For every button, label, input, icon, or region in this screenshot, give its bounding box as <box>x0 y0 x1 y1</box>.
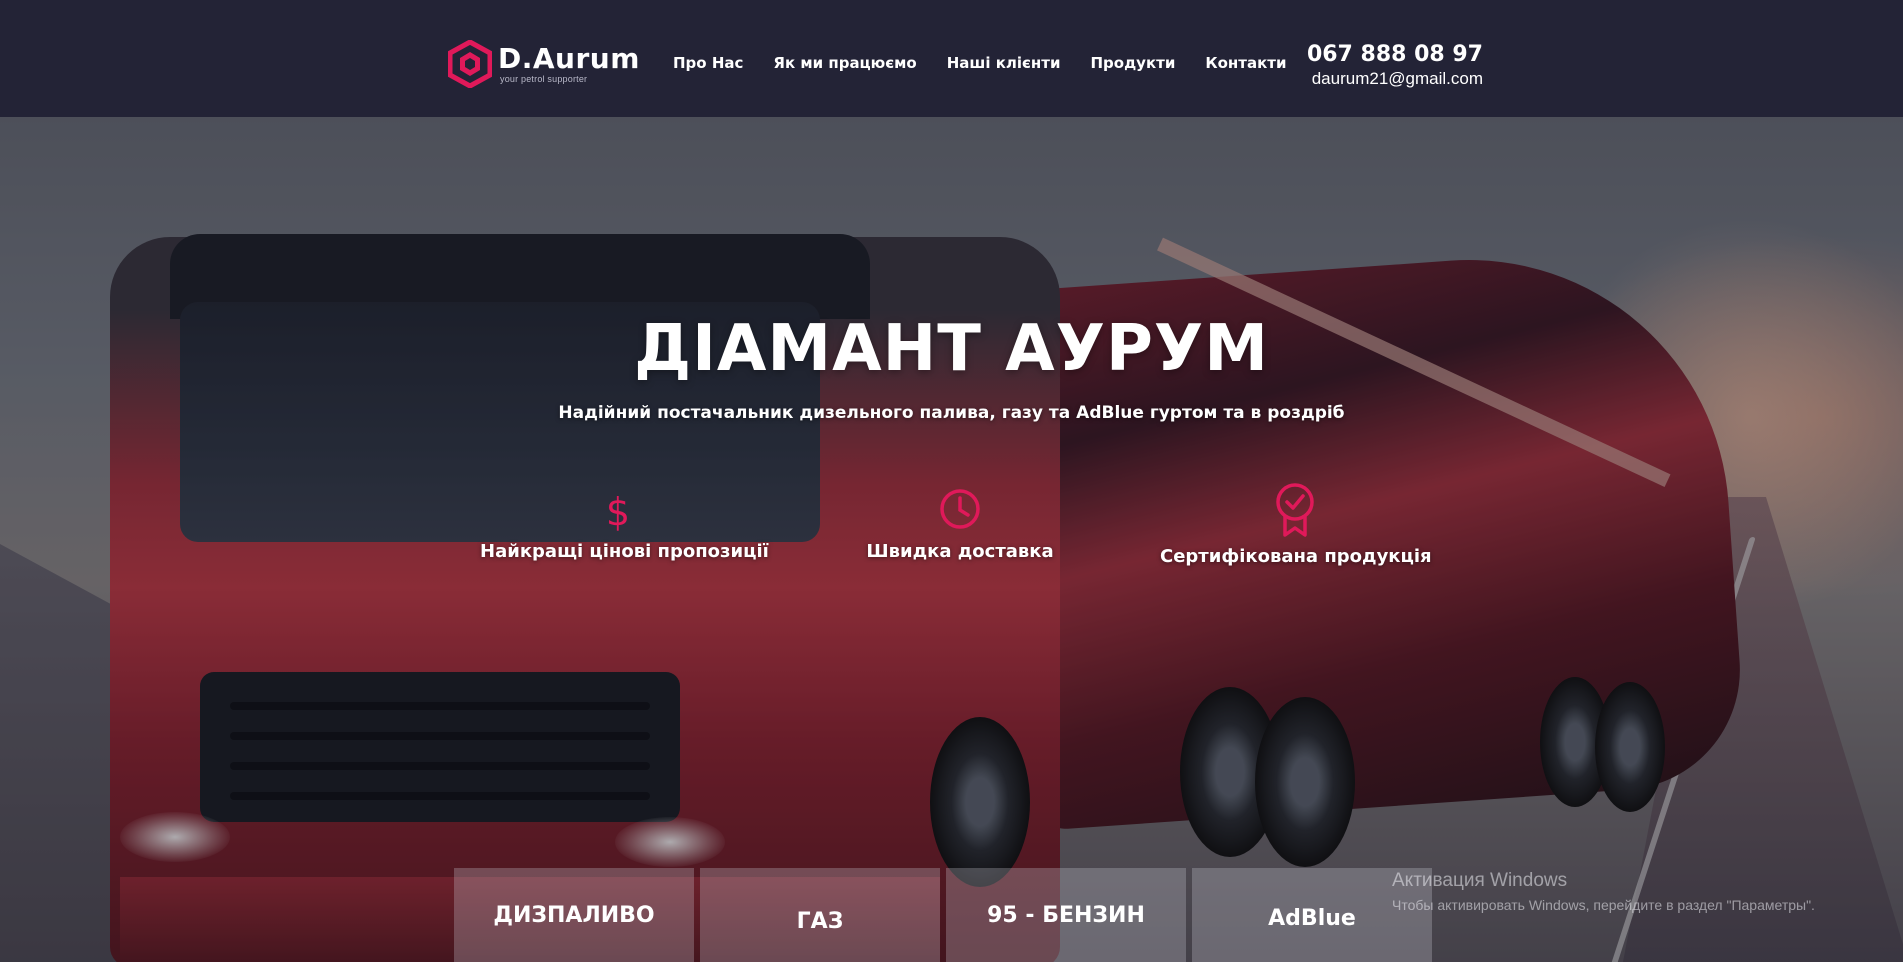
nav-item-products[interactable]: Продукти <box>1090 54 1175 72</box>
tab-petrol-95[interactable]: 95 - БЕНЗИН <box>946 868 1186 962</box>
windows-activation-watermark: Активация Windows Чтобы активировать Win… <box>1392 869 1815 915</box>
logo-mark-icon <box>448 40 492 88</box>
tab-diesel[interactable]: ДИЗПАЛИВО <box>454 868 694 962</box>
tab-gas[interactable]: ГАЗ <box>700 868 940 962</box>
nav-item-contacts[interactable]: Контакти <box>1205 54 1286 72</box>
feature-label: Найкращі цінові пропозиції <box>480 541 769 562</box>
site-header: D.Aurum your petrol supporter Про Нас Як… <box>0 0 1903 117</box>
product-tabs: ДИЗПАЛИВО ГАЗ 95 - БЕНЗИН AdBlue <box>454 868 1432 962</box>
nav-item-how-we-work[interactable]: Як ми працюємо <box>773 54 916 72</box>
feature-certified-products: Сертифікована продукція <box>1160 482 1432 567</box>
main-nav: Про Нас Як ми працюємо Наші клієнти Прод… <box>673 54 1316 72</box>
feature-label: Сертифікована продукція <box>1160 546 1432 567</box>
brand-tagline: your petrol supporter <box>500 73 588 84</box>
nav-item-clients[interactable]: Наші клієнти <box>947 54 1061 72</box>
nav-item-about[interactable]: Про Нас <box>673 54 743 72</box>
feature-label: Швидка доставка <box>866 541 1054 562</box>
certificate-badge-icon <box>1276 483 1314 537</box>
svg-text:$: $ <box>605 490 629 533</box>
hero-subtitle: Надійний постачальник дизельного палива,… <box>558 403 1345 423</box>
dollar-icon: $ <box>605 490 629 533</box>
hero-section: ДІАМАНТ АУРУМ Надійний постачальник дизе… <box>0 117 1903 962</box>
hero-title: ДІАМАНТ АУРУМ <box>634 312 1269 386</box>
phone-link[interactable]: 067 888 08 97 <box>1307 42 1483 68</box>
feature-best-prices: $ Найкращі цінові пропозиції <box>480 489 769 562</box>
brand-name: D.Aurum <box>498 41 640 75</box>
watermark-subtitle: Чтобы активировать Windows, перейдите в … <box>1392 897 1815 913</box>
watermark-title: Активация Windows <box>1392 870 1568 891</box>
brand-logo[interactable]: D.Aurum your petrol supporter <box>448 40 640 88</box>
clock-icon <box>940 489 980 529</box>
feature-fast-delivery: Швидка доставка <box>860 487 1060 562</box>
header-contact: 067 888 08 97 daurum21@gmail.com <box>1307 42 1483 90</box>
email-link[interactable]: daurum21@gmail.com <box>1307 68 1483 90</box>
